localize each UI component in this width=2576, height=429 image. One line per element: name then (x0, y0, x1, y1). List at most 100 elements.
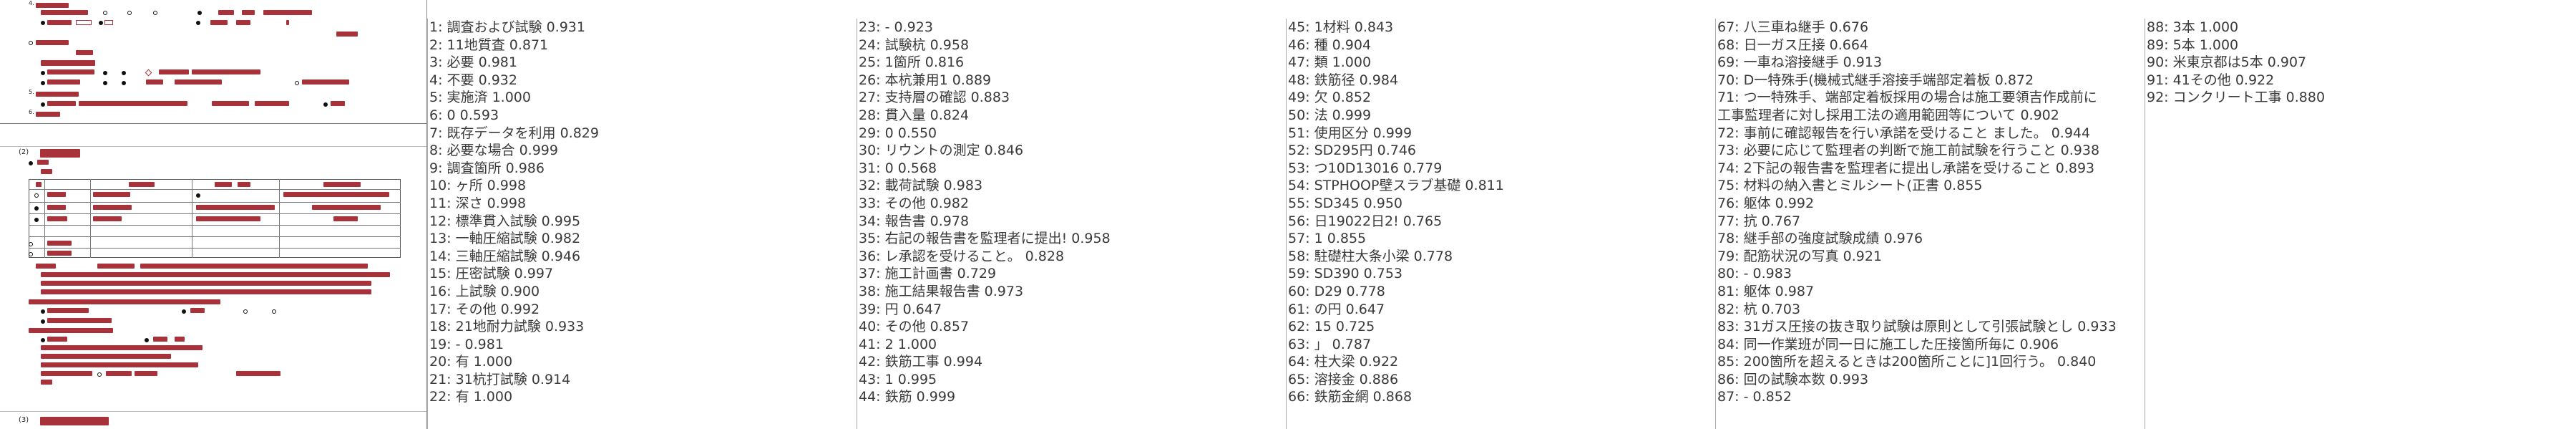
detection-box (29, 328, 113, 333)
detection-box (190, 308, 205, 313)
radio-icon (29, 242, 33, 246)
ocr-line: 46: 種 0.904 (1288, 37, 1372, 53)
detection-box (47, 308, 89, 313)
detection-box (312, 205, 381, 210)
ocr-line: 83: 31ガス圧接の抜き取り試験は原則として引張試験とし 0.933 (1717, 319, 2117, 335)
ocr-line: 11: 深さ 0.998 (429, 195, 527, 211)
radio-icon (153, 11, 157, 15)
detection-box (29, 299, 220, 304)
ocr-line: 60: D29 0.778 (1288, 283, 1385, 299)
ocr-line: 67: 八三車ね継手 0.676 (1717, 19, 1869, 35)
detection-box (129, 182, 155, 187)
radio-icon (97, 372, 102, 377)
detection-box (323, 182, 361, 187)
detection-box (41, 60, 95, 66)
page-divider (0, 123, 426, 124)
ocr-line: 82: 杭 0.703 (1717, 301, 1801, 317)
ocr-line: 63: 」 0.787 (1288, 336, 1372, 352)
detection-box (153, 337, 167, 342)
ocr-line: 50: 法 0.999 (1288, 107, 1372, 123)
ocr-line: 40: その他 0.857 (859, 319, 970, 335)
detection-box (283, 192, 389, 197)
ocr-line: 34: 報告書 0.978 (859, 213, 970, 229)
ocr-line: 39: 円 0.647 (859, 301, 942, 317)
filled-dot-icon (41, 81, 45, 85)
detection-box (47, 192, 66, 197)
ocr-line: 36: レ承認を受けること。 0.828 (859, 248, 1065, 264)
ocr-line: 84: 同一作業班が同一日に施工した圧接箇所毎に 0.906 (1717, 336, 2059, 352)
ocr-line: 81: 躯体 0.987 (1717, 283, 1815, 299)
ocr-line: 8: 必要な場合 0.999 (429, 143, 558, 159)
radio-icon (29, 252, 33, 256)
filled-dot-icon (122, 71, 126, 75)
detection-box (41, 281, 371, 286)
filled-dot-icon (34, 218, 39, 222)
detection-box (255, 101, 289, 106)
ocr-line: 29: 0 0.550 (859, 125, 937, 141)
ocr-line: 72: 事前に確認報告を行い承諾を受けること ました。 0.944 (1717, 125, 2091, 141)
detection-box (41, 10, 88, 15)
ocr-line: 17: その他 0.992 (429, 301, 540, 317)
detection-box (106, 371, 132, 376)
detection-box (41, 272, 390, 277)
table-rule (90, 179, 91, 258)
filled-dot-icon (103, 81, 107, 85)
detection-box (36, 112, 60, 117)
ocr-line: 21: 31杭打試験 0.914 (429, 371, 571, 387)
ocr-line: 58: 駐礎柱大条小梁 0.778 (1288, 248, 1453, 264)
ocr-line: 79: 配筋状況の写真 0.921 (1717, 248, 1883, 264)
section-heading-box (40, 149, 80, 158)
ocr-line: 3: 必要 0.981 (429, 54, 517, 71)
detection-box (79, 101, 187, 106)
ocr-line: 61: の円 0.647 (1288, 301, 1385, 317)
detection-box (36, 264, 56, 269)
ocr-line: 30: リウントの測定 0.846 (859, 143, 1024, 159)
filled-dot-icon (41, 102, 45, 107)
detection-box (76, 20, 92, 25)
detection-box (336, 32, 358, 37)
detection-box (215, 182, 232, 187)
ocr-line: 48: 鉄筋径 0.984 (1288, 72, 1399, 88)
filled-dot-icon (99, 21, 103, 25)
bottom-heading-box (40, 417, 109, 425)
detection-box (47, 79, 80, 85)
ocr-column-2: 23: - 0.923 24: 試験杭 0.958 25: 1箇所 0.816 26:… (857, 19, 1286, 429)
ocr-line: 25: 1箇所 0.816 (859, 54, 965, 71)
ocr-column-1: 1: 調査および試験 0.931 2: 11地質査 0.871 3: 必要 0.98… (427, 19, 857, 429)
detection-box (302, 79, 349, 85)
detection-box (236, 20, 250, 25)
ocr-line: 26: 本杭兼用1 0.889 (859, 72, 992, 88)
radio-icon (295, 81, 299, 85)
ocr-line: 24: 試験杭 0.958 (859, 37, 970, 53)
ocr-line: 66: 鉄筋金網 0.868 (1288, 389, 1413, 405)
ocr-line: 54: STPHOOP壁スラブ基礎 0.811 (1288, 178, 1504, 194)
detection-box (159, 69, 189, 74)
radio-icon (34, 193, 39, 198)
diamond-icon (145, 69, 152, 77)
detection-box (210, 20, 228, 25)
detection-box (47, 101, 76, 106)
detection-box (140, 264, 368, 269)
ocr-line: 7: 既存データを利用 0.829 (429, 125, 599, 141)
section-heading-number: (2) (19, 148, 29, 156)
table-rule (29, 213, 401, 214)
ocr-line: 18: 21地耐力試験 0.933 (429, 319, 585, 335)
detection-box (104, 20, 113, 25)
detection-box (263, 10, 312, 15)
ocr-line: 44: 鉄筋 0.999 (859, 389, 956, 405)
ocr-line: 47: 類 1.000 (1288, 54, 1372, 71)
detection-box (175, 79, 222, 85)
detection-box (47, 20, 72, 25)
ocr-line: 55: SD345 0.950 (1288, 195, 1403, 211)
filled-dot-icon (41, 71, 45, 75)
ocr-line: 9: 調査箇所 0.986 (429, 160, 545, 176)
filled-dot-icon (182, 309, 186, 314)
detection-box (286, 20, 289, 25)
ocr-line: 28: 貫入量 0.824 (859, 107, 970, 123)
detection-box (135, 371, 157, 376)
detection-box (47, 337, 67, 342)
ocr-column-3: 45: 1材料 0.843 46: 種 0.904 47: 類 1.000 48: 鉄… (1286, 19, 1715, 429)
ocr-line: 73: 必要に応じて監理者の判断で施工前試験を行うこと 0.938 (1717, 143, 2100, 159)
section-marker-4: 4. (29, 0, 34, 6)
ocr-line: 80: - 0.983 (1717, 266, 1792, 282)
